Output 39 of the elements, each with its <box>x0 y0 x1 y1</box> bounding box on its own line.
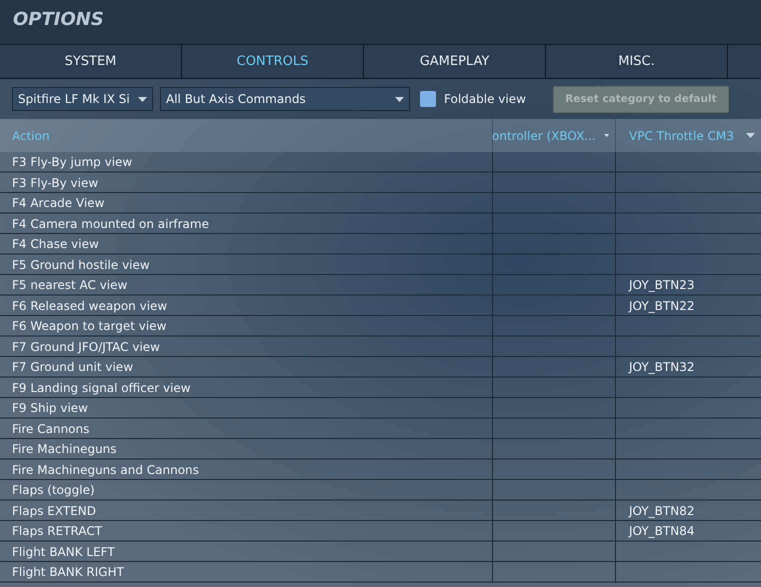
action-cell: Flight BANK RIGHT <box>12 565 124 579</box>
action-cell: F7 Ground unit view <box>12 360 134 374</box>
binding-cell: JOY_BTN82 <box>629 504 694 518</box>
action-cell: Flaps EXTEND <box>12 504 96 518</box>
action-cell: F4 Arcade View <box>12 196 104 210</box>
action-cell: F6 Released weapon view <box>12 298 168 312</box>
aircraft-dropdown[interactable]: Spitfire LF Mk IX Si <box>12 87 153 111</box>
action-cell: F6 Weapon to target view <box>12 319 166 333</box>
action-cell: F9 Landing signal officer view <box>12 380 191 394</box>
binding-cell: JOY_BTN23 <box>629 278 694 292</box>
dropdown-value: Spitfire LF Mk IX Si <box>18 92 130 106</box>
checkbox[interactable] <box>420 91 436 107</box>
tab[interactable]: MISC. <box>546 45 728 78</box>
action-cell: F7 Ground JFO/JTAC view <box>12 340 160 354</box>
caret-icon <box>395 96 404 102</box>
action-cell: Fire Cannons <box>12 422 90 436</box>
action-cell: Flaps RETRACT <box>12 524 102 538</box>
caret-icon <box>138 96 147 102</box>
binding-cell: JOY_BTN22 <box>629 298 694 312</box>
action-cell: F4 Camera mounted on airframe <box>12 216 209 230</box>
tab[interactable]: GAMEPLAY <box>364 45 546 78</box>
binding-cell: JOY_BTN84 <box>629 524 694 538</box>
tab[interactable]: CONTROLS <box>182 45 364 78</box>
action-cell: F4 Chase view <box>12 237 99 251</box>
action-cell: Fire Machineguns and Cannons <box>12 462 199 476</box>
tab[interactable]: SYSTEM <box>0 45 182 78</box>
checkbox-label: Foldable view <box>444 92 526 106</box>
action-cell: F5 nearest AC view <box>12 278 128 292</box>
action-cell: F9 Ship view <box>12 401 88 415</box>
action-cell: Fire Machineguns <box>12 442 117 456</box>
binding-cell: JOY_BTN32 <box>629 360 694 374</box>
dropdown-value: All But Axis Commands <box>166 92 306 106</box>
action-cell: F3 Fly-By jump view <box>12 155 132 169</box>
action-cell: Flight BANK LEFT <box>12 544 115 558</box>
category-dropdown[interactable]: All But Axis Commands <box>160 87 410 111</box>
window-title: OPTIONS <box>12 8 105 32</box>
action-cell: F5 Ground hostile view <box>12 258 150 272</box>
action-cell: F3 Fly-By view <box>12 176 98 190</box>
action-cell: Flaps (toggle) <box>12 483 95 497</box>
